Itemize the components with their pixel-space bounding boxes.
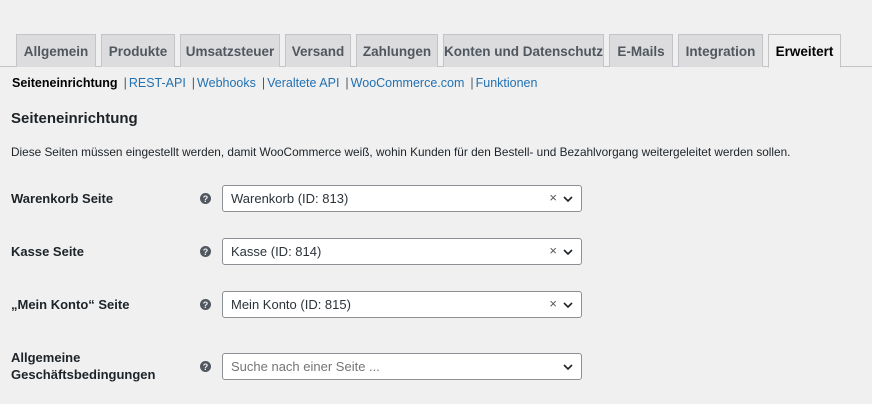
subnav-link-woocommerce-com[interactable]: WooCommerce.com (351, 76, 465, 90)
subsection-nav: Seiteneinrichtung | REST-API | Webhooks … (12, 76, 537, 90)
kasse-page-label: Kasse Seite (11, 244, 84, 259)
tab-konten-und-datenschutz[interactable]: Konten und Datenschutz (443, 34, 604, 67)
subnav-separator: | (345, 76, 349, 90)
select-placeholder: Suche nach einer Seite ... (231, 359, 380, 374)
settings-tab-bar: Allgemein Produkte Umsatzsteuer Versand … (0, 34, 872, 68)
clear-selection-icon[interactable]: × (549, 190, 557, 205)
select-value: Mein Konto (ID: 815) (231, 297, 351, 312)
tab-allgemein[interactable]: Allgemein (16, 34, 96, 67)
help-icon[interactable]: ? (200, 193, 211, 204)
terms-page-label-line2: Geschäftsbedingungen (11, 367, 156, 382)
subnav-link-webhooks[interactable]: Webhooks (197, 76, 256, 90)
subnav-link-funktionen[interactable]: Funktionen (476, 76, 538, 90)
section-description: Diese Seiten müssen eingestellt werden, … (11, 145, 791, 159)
select-value: Kasse (ID: 814) (231, 244, 322, 259)
tab-integration[interactable]: Integration (678, 34, 763, 67)
tab-erweitert[interactable]: Erweitert (768, 34, 841, 68)
chevron-down-icon (563, 302, 573, 309)
help-icon[interactable]: ? (200, 361, 211, 372)
subnav-current-seiteneinrichtung: Seiteneinrichtung (12, 76, 118, 90)
tab-zahlungen[interactable]: Zahlungen (356, 34, 438, 67)
tab-umsatzsteuer[interactable]: Umsatzsteuer (180, 34, 280, 67)
help-icon[interactable]: ? (200, 246, 211, 257)
select-value: Warenkorb (ID: 813) (231, 191, 349, 206)
terms-page-label: Allgemeine Geschäftsbedingungen (11, 349, 155, 383)
subnav-link-rest-api[interactable]: REST-API (129, 76, 186, 90)
mein-konto-page-label: „Mein Konto“ Seite (11, 297, 130, 312)
clear-selection-icon[interactable]: × (549, 243, 557, 258)
tab-versand[interactable]: Versand (285, 34, 351, 67)
tab-produkte[interactable]: Produkte (101, 34, 175, 67)
tab-e-mails[interactable]: E-Mails (609, 34, 673, 67)
chevron-down-icon (563, 249, 573, 256)
subnav-separator: | (470, 76, 474, 90)
warenkorb-page-label: Warenkorb Seite (11, 191, 114, 206)
subnav-separator: | (191, 76, 196, 90)
help-icon[interactable]: ? (200, 299, 211, 310)
section-title: Seiteneinrichtung (11, 110, 138, 127)
warenkorb-page-select[interactable]: Warenkorb (ID: 813) × (222, 185, 582, 212)
subnav-link-veraltete-api[interactable]: Veraltete API (267, 76, 339, 90)
terms-page-select[interactable]: Suche nach einer Seite ... (222, 353, 582, 380)
terms-page-label-line1: Allgemeine (11, 350, 81, 365)
subnav-separator: | (261, 76, 266, 90)
mein-konto-page-select[interactable]: Mein Konto (ID: 815) × (222, 291, 582, 318)
clear-selection-icon[interactable]: × (549, 296, 557, 311)
chevron-down-icon (563, 364, 573, 371)
subnav-separator: | (123, 76, 127, 90)
kasse-page-select[interactable]: Kasse (ID: 814) × (222, 238, 582, 265)
chevron-down-icon (563, 196, 573, 203)
